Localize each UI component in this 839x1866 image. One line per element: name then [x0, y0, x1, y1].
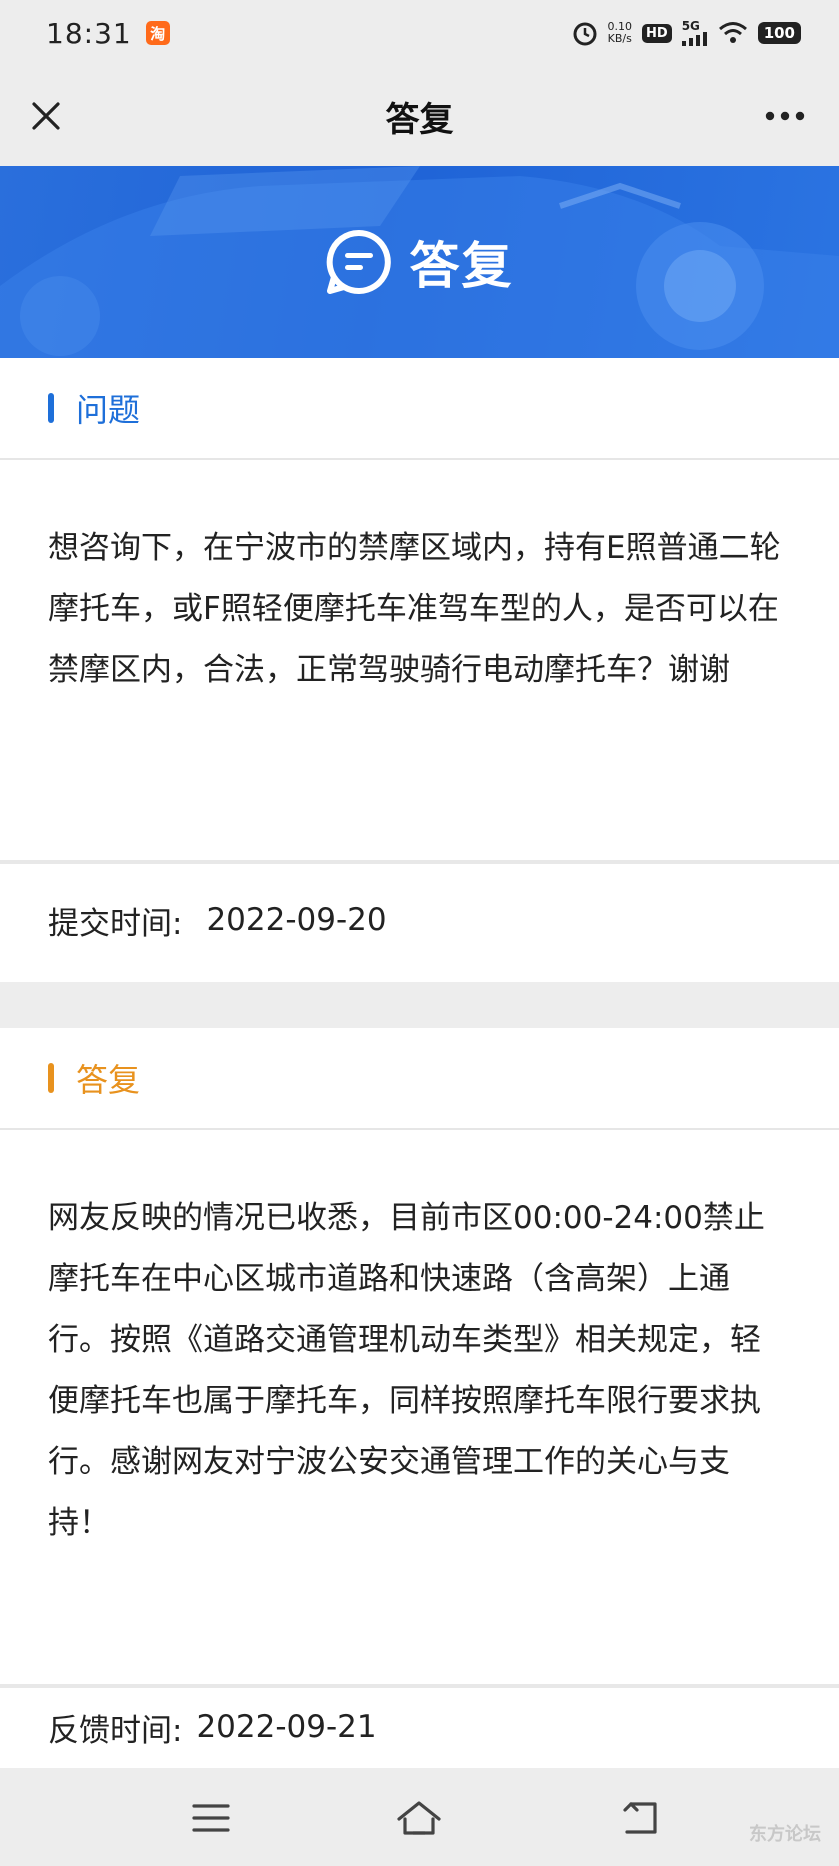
answer-text: 网友反映的情况已收悉，目前市区00:00-24:00禁止摩托车在中心区城市道路和… — [48, 1200, 765, 1541]
network-label: 5G — [681, 19, 700, 33]
feedback-time-value: 2022-09-21 — [196, 1709, 377, 1745]
back-icon — [623, 1802, 657, 1834]
answer-header: 答复 — [0, 1028, 839, 1130]
system-nav-bar — [0, 1768, 839, 1866]
answer-heading: 答复 — [76, 1061, 141, 1099]
submit-time-row: 提交时间: 2022-09-20 — [0, 864, 839, 976]
more-icon — [765, 111, 805, 121]
question-text: 想咨询下，在宁波市的禁摩区域内，持有E照普通二轮摩托车，或F照轻便摩托车准驾车型… — [48, 530, 781, 688]
chat-bubble-icon — [326, 229, 391, 294]
answer-accent-bar — [48, 1063, 54, 1093]
status-indicators: 0.10 KB/s HD 5G 100 — [572, 20, 801, 46]
wifi-icon — [718, 21, 748, 45]
banner-content: 答复 — [326, 226, 514, 298]
home-icon — [397, 1801, 441, 1835]
net-speed-unit: KB/s — [607, 32, 632, 45]
menu-icon — [192, 1804, 230, 1832]
watermark: 东方论坛 — [749, 1824, 821, 1845]
alarm-icon — [572, 20, 598, 46]
taobao-app-icon: 淘 — [145, 21, 170, 45]
battery-indicator: 100 — [757, 22, 801, 44]
menu-button[interactable] — [186, 1796, 236, 1840]
more-button[interactable] — [757, 92, 813, 140]
page-title: 答复 — [385, 99, 454, 140]
feedback-time-label: 反馈时间: — [48, 1712, 183, 1749]
question-heading: 问题 — [76, 391, 141, 429]
title-bar: 答复 — [0, 66, 839, 166]
answer-card: 答复 网友反映的情况已收悉，目前市区00:00-24:00禁止摩托车在中心区城市… — [0, 1028, 839, 1768]
banner-title: 答复 — [409, 237, 514, 295]
back-button[interactable] — [616, 1796, 666, 1840]
hd-badge: HD — [642, 23, 672, 43]
close-icon — [32, 102, 60, 130]
status-time: 18:31 — [46, 16, 132, 50]
question-accent-bar — [48, 393, 54, 423]
question-card: 问题 想咨询下，在宁波市的禁摩区域内，持有E照普通二轮摩托车，或F照轻便摩托车准… — [0, 358, 839, 982]
status-bar: 18:31 淘 0.10 KB/s HD 5G 100 — [0, 0, 839, 66]
net-speed: 0.10 KB/s — [608, 21, 633, 45]
feedback-time-row: 反馈时间: 2022-09-21 — [0, 1688, 839, 1766]
signal-icon: 5G — [681, 19, 708, 46]
answer-banner: 答复 — [0, 166, 839, 358]
question-header: 问题 — [0, 358, 839, 460]
submit-time-label: 提交时间: — [48, 905, 183, 942]
home-button[interactable] — [394, 1796, 444, 1840]
submit-time-value: 2022-09-20 — [206, 902, 387, 938]
close-button[interactable] — [22, 92, 70, 140]
